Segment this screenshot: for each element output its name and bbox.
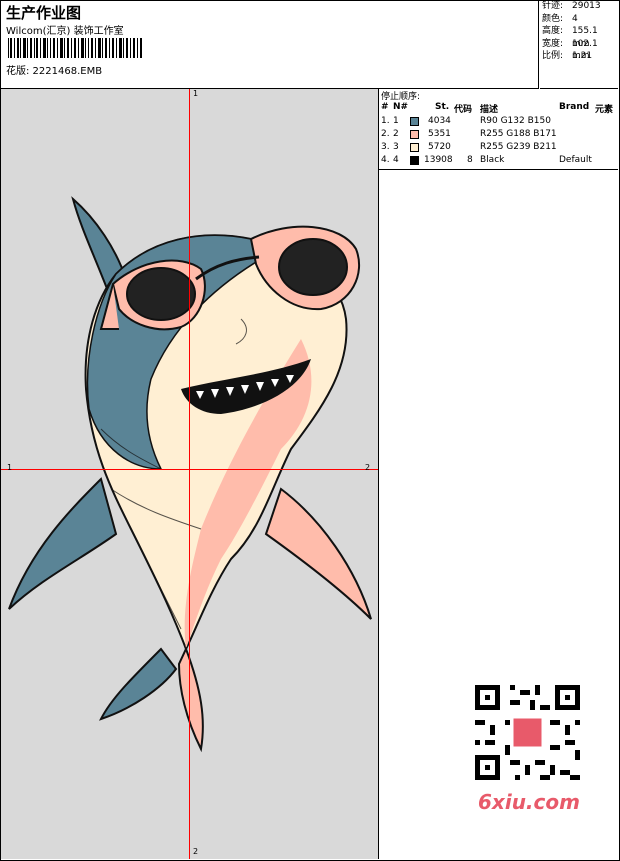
stat-label: 颜色:	[542, 13, 564, 24]
color-swatch	[410, 143, 419, 152]
col-header-st: St.	[435, 102, 450, 112]
row-n: 3	[393, 142, 399, 152]
company-name: Wilcom(汇京) 装饰工作室	[6, 26, 124, 37]
col-header-code: 代码	[454, 105, 473, 115]
col-header-num: #	[381, 102, 389, 112]
row-st: 5351	[428, 129, 451, 139]
row-num: 3.	[381, 142, 390, 152]
watermark: 6xiu.com	[478, 790, 580, 814]
header: 生产作业图 Wilcom(汇京) 装饰工作室 花版: 2221468.EMB	[0, 0, 539, 89]
marker-left: 1	[7, 463, 13, 472]
color-swatch	[410, 130, 419, 139]
table-header: # N# St. 代码 描述 Brand 元素	[381, 102, 617, 115]
stat-value: 4	[572, 13, 578, 24]
marker-right: 2	[365, 463, 371, 472]
stat-label: 高度:	[542, 26, 564, 37]
stat-value: 155.1 mm	[571, 26, 598, 49]
page-title: 生产作业图	[6, 4, 82, 22]
row-num: 1.	[381, 116, 390, 126]
col-header-brand: Brand	[559, 102, 590, 112]
table-row: 2. 2 5351 R255 G188 B171	[381, 128, 617, 141]
stat-value: 1.21	[572, 51, 593, 62]
qr-code-icon	[470, 680, 585, 785]
barcode	[8, 38, 142, 58]
stat-value: 102.1 mm	[571, 38, 598, 62]
color-swatch	[410, 156, 419, 165]
row-desc: R255 G239 B211	[480, 142, 557, 152]
stat-row-colors: 颜色: 4	[540, 13, 618, 26]
table-row: 3. 3 5720 R255 G239 B211	[381, 141, 617, 154]
stop-sequence-heading: 停止顺序:	[381, 92, 421, 102]
design-file-name: 花版: 2221468.EMB	[6, 66, 103, 77]
stat-row-width: 宽度: 102.1 mm	[540, 38, 618, 62]
qr-code	[470, 680, 585, 807]
row-st: 4034	[428, 116, 451, 126]
row-n: 4	[393, 155, 399, 165]
col-header-desc: 描述	[480, 105, 499, 115]
stat-row-stitches: 针迹: 29013	[540, 0, 618, 13]
row-desc: R90 G132 B150	[480, 116, 551, 126]
stat-label: 针迹:	[542, 1, 564, 11]
col-header-element: 元素	[595, 105, 614, 115]
stop-sequence-panel: 停止顺序: # N# St. 代码 描述 Brand 元素 1. 1 4034 …	[379, 89, 618, 170]
table-row: 4. 4 13908 8 Black Default	[381, 154, 617, 167]
row-num: 4.	[381, 155, 390, 165]
color-swatch	[410, 117, 419, 126]
row-n: 1	[393, 116, 399, 126]
row-st: 13908	[424, 155, 453, 165]
stat-value: 29013	[572, 1, 601, 11]
stat-label: 宽度:	[542, 38, 564, 49]
row-desc: R255 G188 B171	[480, 129, 557, 139]
row-n: 2	[393, 129, 399, 139]
row-num: 2.	[381, 129, 390, 139]
crosshair-vertical	[189, 89, 190, 859]
row-brand: Default	[559, 155, 592, 165]
stat-label: 比例:	[542, 51, 564, 62]
stat-row-scale: 比例: 1.21	[540, 50, 618, 63]
stats-panel: 针迹: 29013 颜色: 4 高度: 155.1 mm 宽度: 102.1 mm 比例…	[540, 0, 618, 89]
design-canvas[interactable]: 1 1 2 2	[1, 89, 379, 859]
col-header-n: N#	[393, 102, 409, 112]
marker-top: 1	[193, 89, 199, 98]
table-row: 1. 1 4034 R90 G132 B150	[381, 115, 617, 128]
row-desc: Black	[480, 155, 505, 165]
marker-bottom: 2	[193, 847, 199, 856]
stat-row-height: 高度: 155.1 mm	[540, 25, 618, 49]
row-st: 5720	[428, 142, 451, 152]
row-code: 8	[467, 155, 473, 165]
